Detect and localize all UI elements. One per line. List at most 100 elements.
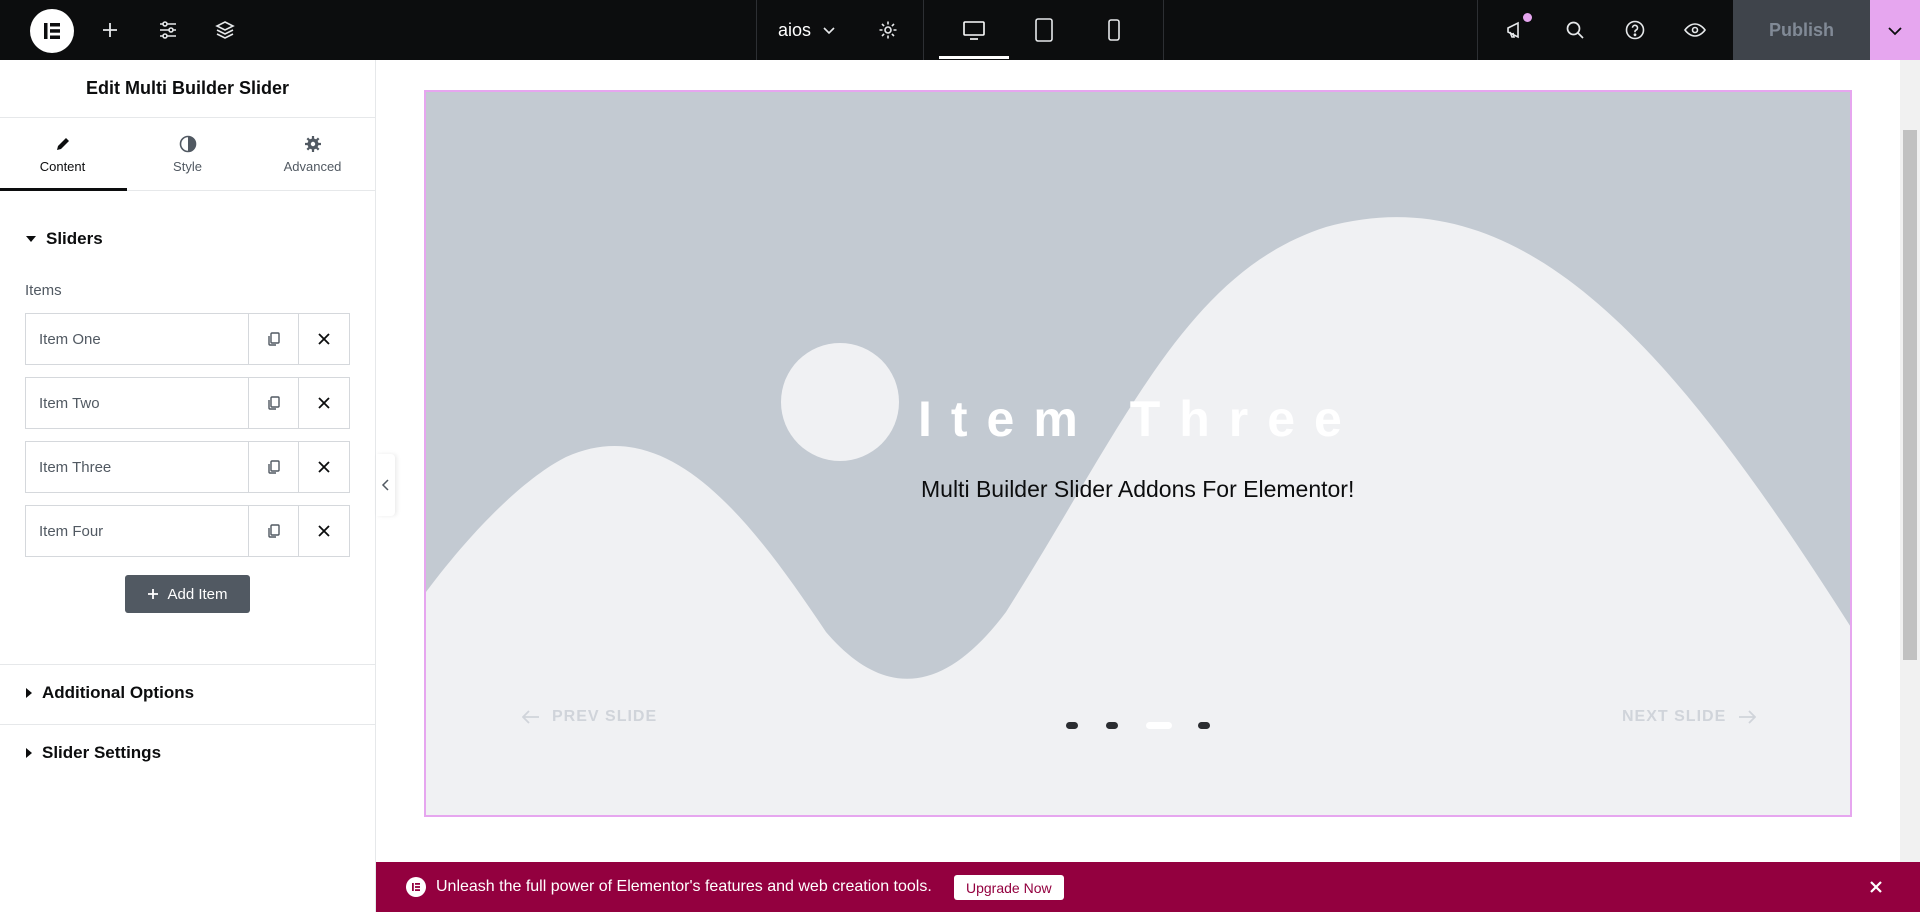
repeater-item[interactable]: Item One — [25, 313, 350, 365]
desktop-view-button[interactable] — [939, 0, 1009, 60]
chevron-left-icon — [381, 479, 389, 491]
divider — [1477, 0, 1478, 60]
slide-title: Item Three — [918, 391, 1361, 447]
search-button[interactable] — [1555, 0, 1595, 60]
remove-item-button[interactable] — [299, 442, 349, 492]
elementor-logo-icon — [406, 877, 426, 897]
remove-item-button[interactable] — [299, 314, 349, 364]
section-slider-settings-toggle[interactable]: Slider Settings — [0, 743, 161, 763]
divider — [923, 0, 924, 60]
collapse-panel-button[interactable] — [376, 454, 395, 516]
duplicate-item-button[interactable] — [249, 442, 299, 492]
section-sliders-toggle[interactable]: Sliders — [0, 229, 103, 249]
add-icon — [148, 589, 159, 599]
arrow-right-icon — [1739, 710, 1757, 724]
mobile-view-button[interactable] — [1079, 0, 1149, 60]
upgrade-promo-bar: Unleash the full power of Elementor's fe… — [376, 862, 1920, 912]
copy-icon — [267, 396, 280, 410]
copy-icon — [267, 460, 280, 474]
publish-button[interactable]: Publish — [1733, 0, 1870, 60]
notifications-button[interactable] — [1495, 0, 1535, 60]
layers-icon — [215, 21, 235, 39]
help-icon — [1625, 20, 1645, 40]
section-title: Additional Options — [42, 683, 195, 702]
caret-down-icon — [26, 236, 36, 242]
scrollbar-thumb[interactable] — [1903, 130, 1917, 660]
pagination-dot[interactable] — [1106, 722, 1118, 729]
divider — [1163, 0, 1164, 60]
top-bar: aios Publish — [0, 0, 1920, 60]
desktop-icon — [963, 21, 985, 40]
section-title: Sliders — [46, 229, 103, 248]
elementor-logo-icon[interactable] — [30, 9, 74, 53]
contrast-icon — [179, 135, 196, 152]
pagination-dot[interactable] — [1066, 722, 1078, 729]
repeater-item-title[interactable]: Item Four — [26, 506, 249, 556]
prev-slide-label: PREV SLIDE — [552, 708, 658, 725]
tablet-view-button[interactable] — [1009, 0, 1079, 60]
repeater-item[interactable]: Item Three — [25, 441, 350, 493]
duplicate-item-button[interactable] — [249, 378, 299, 428]
tab-label: Advanced — [283, 158, 342, 174]
divider — [756, 0, 757, 60]
close-icon — [318, 525, 330, 537]
tab-style[interactable]: Style — [125, 118, 250, 190]
add-item-label: Add Item — [167, 585, 228, 603]
add-item-button[interactable]: Add Item — [125, 575, 250, 613]
remove-item-button[interactable] — [299, 506, 349, 556]
pagination-dot-active[interactable] — [1146, 722, 1172, 729]
page-settings-button[interactable] — [868, 0, 908, 60]
structure-button[interactable] — [205, 0, 245, 60]
duplicate-item-button[interactable] — [249, 506, 299, 556]
slide-subtitle: Multi Builder Slider Addons For Elemento… — [921, 476, 1355, 502]
promo-text: Unleash the full power of Elementor's fe… — [436, 878, 932, 895]
repeater-item-title[interactable]: Item Three — [26, 442, 249, 492]
tab-content[interactable]: Content — [0, 118, 125, 190]
section-title: Slider Settings — [42, 743, 162, 762]
chevron-down-icon — [823, 27, 835, 35]
panel-title: Edit Multi Builder Slider — [0, 60, 375, 118]
prev-slide-button[interactable]: PREV SLIDE — [522, 708, 657, 726]
publish-options-button[interactable] — [1870, 0, 1920, 60]
repeater-item[interactable]: Item Two — [25, 377, 350, 429]
upgrade-now-button[interactable]: Upgrade Now — [954, 875, 1064, 900]
active-tab-indicator — [0, 188, 127, 191]
divider — [0, 664, 375, 665]
items-label: Items — [25, 282, 62, 299]
active-device-indicator — [939, 56, 1009, 59]
notification-dot — [1523, 13, 1532, 22]
next-slide-label: NEXT SLIDE — [1622, 708, 1727, 725]
gear-icon — [304, 135, 321, 152]
help-button[interactable] — [1615, 0, 1655, 60]
add-element-button[interactable] — [90, 0, 130, 60]
caret-right-icon — [26, 748, 32, 758]
mobile-icon — [1108, 19, 1120, 41]
chevron-down-icon — [1888, 27, 1902, 36]
site-selector[interactable]: aios — [778, 0, 837, 60]
slider-widget[interactable]: Item Three Multi Builder Slider Addons F… — [424, 90, 1852, 817]
site-name: aios — [778, 19, 812, 40]
tab-label: Style — [173, 158, 202, 174]
pagination-dot[interactable] — [1198, 722, 1210, 729]
eye-icon — [1684, 23, 1706, 37]
settings-sliders-icon — [160, 21, 176, 39]
site-settings-button[interactable] — [148, 0, 188, 60]
repeater-item-title[interactable]: Item One — [26, 314, 249, 364]
duplicate-item-button[interactable] — [249, 314, 299, 364]
panel-tabs: Content Style Advanced — [0, 118, 375, 191]
repeater-item-title[interactable]: Item Two — [26, 378, 249, 428]
arrow-left-icon — [522, 710, 539, 724]
divider — [0, 724, 375, 725]
close-icon — [318, 333, 330, 345]
close-icon — [318, 397, 330, 409]
tab-advanced[interactable]: Advanced — [250, 118, 375, 190]
section-additional-options-toggle[interactable]: Additional Options — [0, 683, 194, 703]
close-promo-button[interactable] — [1864, 875, 1888, 899]
next-slide-button[interactable]: NEXT SLIDE — [1622, 708, 1757, 726]
caret-right-icon — [26, 688, 32, 698]
tablet-icon — [1035, 18, 1053, 42]
repeater-item[interactable]: Item Four — [25, 505, 350, 557]
gear-icon — [879, 21, 897, 39]
preview-button[interactable] — [1675, 0, 1715, 60]
remove-item-button[interactable] — [299, 378, 349, 428]
